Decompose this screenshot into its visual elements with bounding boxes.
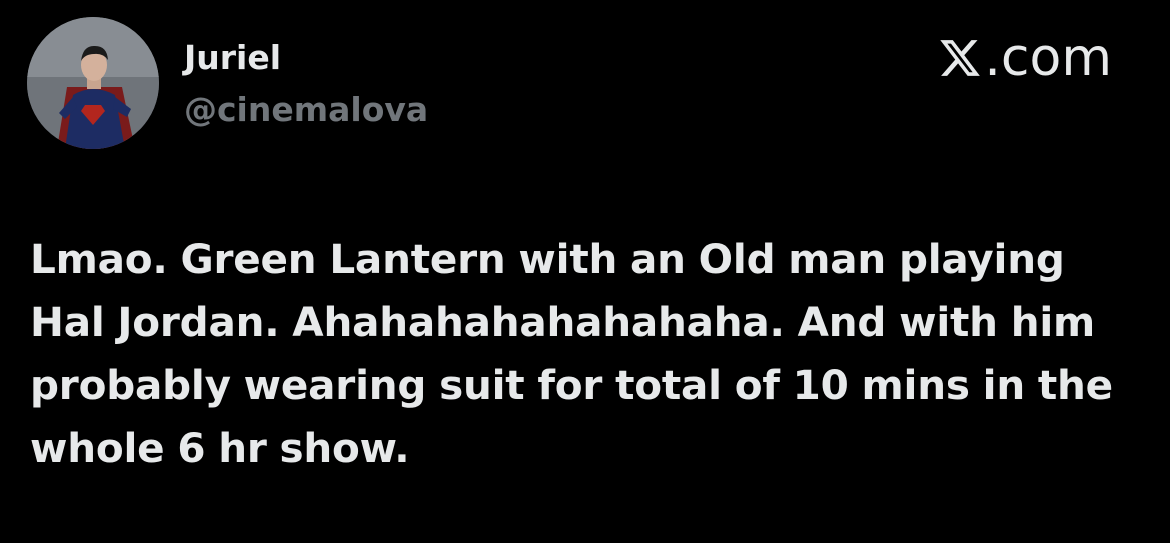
display-name[interactable]: Juriel	[184, 38, 281, 78]
x-logo-icon	[938, 36, 982, 80]
brand-suffix: .com	[984, 28, 1112, 88]
brand-mark: .com	[938, 30, 1112, 86]
avatar[interactable]	[27, 17, 159, 149]
tweet-text: Lmao. Green Lantern with an Old man play…	[30, 235, 1113, 472]
avatar-image	[27, 17, 159, 149]
tweet-card: Juriel @cinemalova .com Lmao. Green Lant…	[0, 0, 1170, 543]
user-handle[interactable]: @cinemalova	[184, 90, 428, 130]
